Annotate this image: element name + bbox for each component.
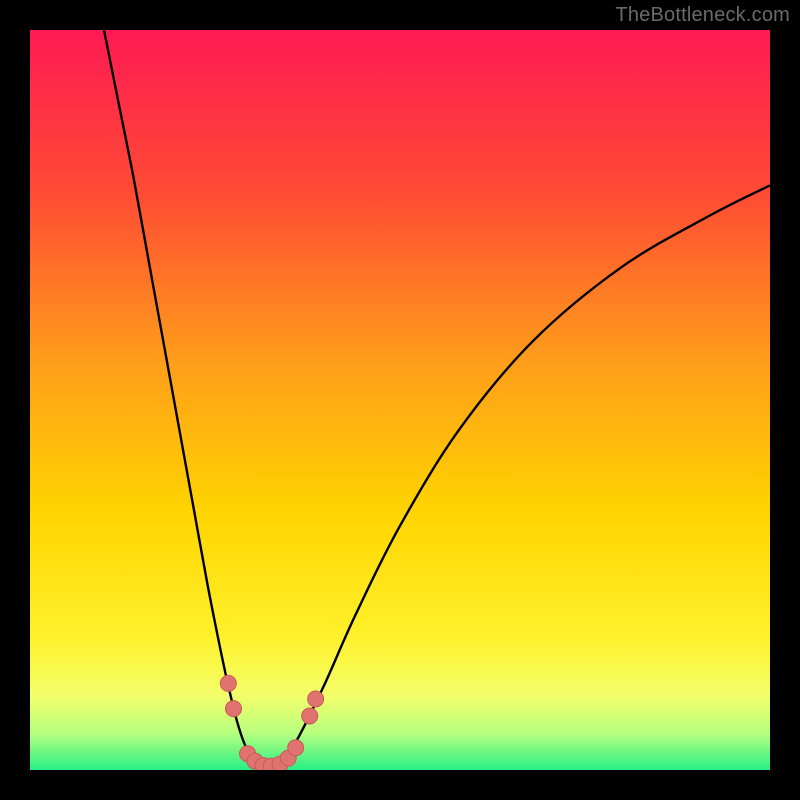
watermark-text: TheBottleneck.com (615, 4, 790, 27)
bottleneck-chart (30, 30, 770, 770)
marker-point (308, 691, 324, 707)
chart-frame: TheBottleneck.com (0, 0, 800, 800)
marker-point (220, 675, 236, 691)
marker-point (302, 708, 318, 724)
gradient-background (30, 30, 770, 770)
marker-point (226, 701, 242, 717)
marker-point (288, 740, 304, 756)
